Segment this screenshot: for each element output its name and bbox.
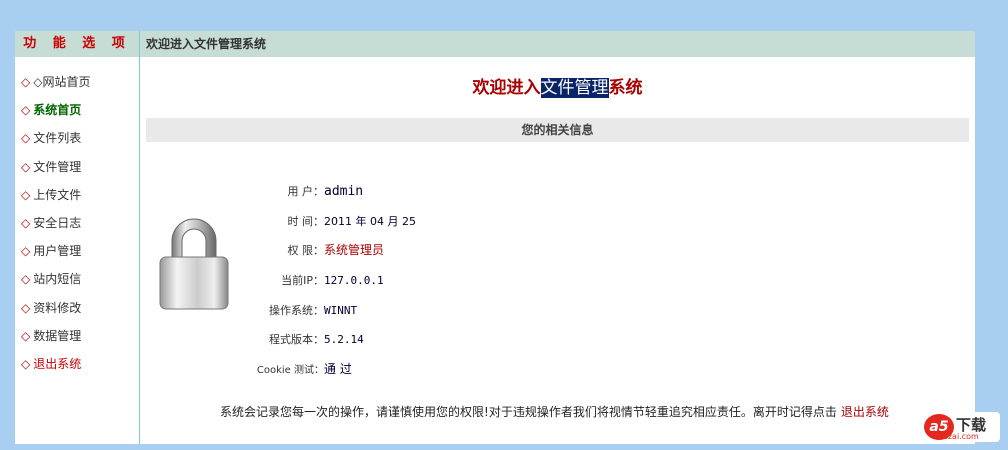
- diamond-icon: ◇: [21, 131, 31, 146]
- watermark-logo: a5 下载 xiazai.com: [922, 412, 1000, 442]
- info-label: 程式版本：: [269, 333, 324, 347]
- info-row-version: 程式版本：5.2.14: [240, 325, 416, 355]
- lock-icon: [159, 218, 229, 310]
- sidebar-item-users[interactable]: ◇ 用户管理: [15, 237, 139, 265]
- info-row-ip: 当前IP：127.0.0.1: [240, 266, 416, 296]
- info-label: 用 户：: [287, 185, 325, 198]
- info-value: admin: [324, 184, 364, 199]
- user-info-table: 用 户：admin 时 间：2011 年 04 月 25 权 限：系统管理员 当…: [240, 177, 416, 385]
- page-header: 欢迎进入文件管理系统: [140, 31, 975, 57]
- diamond-icon: ◇: [21, 272, 31, 287]
- sidebar-item-profile[interactable]: ◇ 资料修改: [15, 294, 139, 322]
- info-label: 操作系统：: [269, 303, 324, 317]
- diamond-icon: ◇: [21, 356, 31, 371]
- diamond-icon: ◇: [21, 75, 31, 89]
- diamond-icon: ◇: [21, 159, 31, 174]
- main-panel: 欢迎进入文件管理系统 欢迎进入文件管理系统 您的相关信息 用 户：admin 时…: [140, 31, 975, 444]
- diamond-icon: ◇: [21, 103, 31, 118]
- sidebar-item-upload[interactable]: ◇ 上传文件: [15, 181, 139, 209]
- info-label: 当前IP：: [281, 274, 324, 288]
- sidebar-item-label: 数据管理: [33, 328, 82, 343]
- sidebar-item-label: 资料修改: [33, 300, 82, 315]
- sidebar-menu: ◇ ◇网站首页 ◇ 系统首页 ◇ 文件列表 ◇ 文件管理 ◇ 上传文件 ◇ 安全日志 ◇ 用户…: [15, 68, 139, 378]
- info-label: Cookie 测试：: [256, 365, 324, 377]
- info-row-time: 时 间：2011 年 04 月 25: [240, 207, 416, 237]
- footer-notice: 系统会记录您每一次的操作，请谨慎使用您的权限!对于违规操作者我们将视情节轻重追究…: [220, 403, 889, 420]
- info-value: 通 过: [324, 362, 352, 377]
- info-value: 5.2.14: [324, 333, 364, 347]
- logout-link[interactable]: 退出系统: [841, 405, 889, 419]
- info-row-cookie: Cookie 测试：通 过: [240, 355, 416, 385]
- diamond-icon: ◇: [21, 244, 31, 259]
- sidebar-item-site-home[interactable]: ◇ ◇网站首页: [15, 68, 139, 96]
- sidebar-item-data[interactable]: ◇ 数据管理: [15, 322, 139, 350]
- sidebar-item-label: 用户管理: [33, 244, 82, 259]
- info-row-permission: 权 限：系统管理员: [240, 236, 416, 266]
- footer-text: 系统会记录您每一次的操作，请谨慎使用您的权限!对于违规操作者我们将视情节轻重追究…: [220, 405, 837, 419]
- info-value: WINNT: [324, 303, 358, 317]
- sidebar-item-label: 退出系统: [33, 356, 82, 371]
- watermark-site: xiazai.com: [936, 432, 979, 441]
- sidebar-item-label: 站内短信: [33, 272, 82, 287]
- sidebar-item-security-log[interactable]: ◇ 安全日志: [15, 209, 139, 237]
- sidebar-item-label: 上传文件: [33, 187, 82, 202]
- welcome-suffix: 系统: [608, 78, 643, 98]
- sidebar-item-logout[interactable]: ◇ 退出系统: [15, 350, 139, 378]
- info-value: 127.0.0.1: [324, 274, 384, 288]
- welcome-highlight: 文件管理: [540, 78, 609, 98]
- sidebar-item-file-manage[interactable]: ◇ 文件管理: [15, 153, 139, 181]
- info-label: 权 限：: [287, 244, 325, 258]
- sidebar-item-messages[interactable]: ◇ 站内短信: [15, 265, 139, 293]
- sidebar-item-system-home[interactable]: ◇ 系统首页: [15, 96, 139, 124]
- info-value: 系统管理员: [324, 243, 385, 258]
- sidebar-title: 功 能 选 项: [15, 31, 139, 57]
- info-label: 时 间：: [287, 214, 325, 228]
- sidebar-item-label: ◇网站首页: [33, 75, 91, 89]
- sidebar-item-file-list[interactable]: ◇ 文件列表: [15, 124, 139, 152]
- info-row-user: 用 户：admin: [240, 177, 416, 207]
- app-frame: 功 能 选 项 ◇ ◇网站首页 ◇ 系统首页 ◇ 文件列表 ◇ 文件管理 ◇ 上传文件 ◇…: [15, 31, 975, 444]
- sidebar-item-label: 文件管理: [33, 159, 82, 174]
- diamond-icon: ◇: [21, 300, 31, 315]
- diamond-icon: ◇: [21, 328, 31, 343]
- sidebar: 功 能 选 项 ◇ ◇网站首页 ◇ 系统首页 ◇ 文件列表 ◇ 文件管理 ◇ 上传文件 ◇…: [15, 31, 140, 444]
- diamond-icon: ◇: [21, 187, 31, 202]
- info-value: 2011 年 04 月 25: [324, 214, 416, 228]
- info-row-os: 操作系统：WINNT: [240, 296, 416, 326]
- sidebar-item-label: 系统首页: [33, 103, 82, 118]
- sidebar-item-label: 文件列表: [33, 131, 82, 146]
- welcome-prefix: 欢迎进入: [472, 78, 541, 98]
- info-section-title: 您的相关信息: [146, 118, 969, 142]
- sidebar-item-label: 安全日志: [33, 215, 82, 230]
- welcome-title: 欢迎进入文件管理系统: [140, 73, 975, 98]
- diamond-icon: ◇: [21, 215, 31, 230]
